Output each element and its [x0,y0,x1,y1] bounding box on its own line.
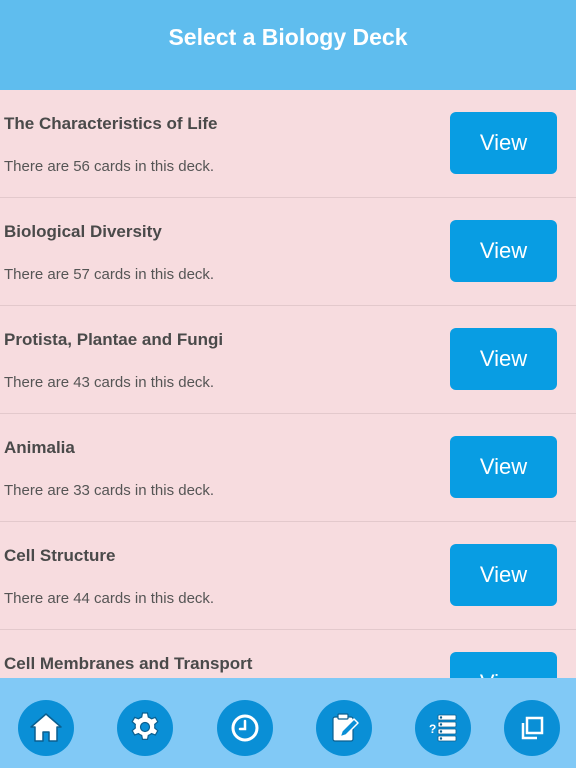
history-tab[interactable] [217,700,273,756]
deck-title: Cell Membranes and Transport [4,654,253,673]
deck-title: Animalia [4,438,75,457]
gear-icon [131,712,159,740]
copy-icon [521,716,544,740]
deck-row-biological-diversity: Biological Diversity There are 57 cards … [0,198,576,306]
view-button[interactable]: View [450,544,557,606]
deck-title: Cell Structure [4,546,116,565]
deck-row-cell-membranes-transport: Cell Membranes and Transport View [0,630,576,678]
deck-list[interactable]: The Characteristics of Life There are 56… [0,90,576,678]
clock-icon [231,714,259,742]
deck-card-count: There are 56 cards in this deck. [4,158,215,175]
quiz-tab[interactable]: ? [415,700,471,756]
svg-text:?: ? [429,722,436,736]
deck-card-count: There are 57 cards in this deck. [4,266,215,283]
deck-row-cell-structure: Cell Structure There are 44 cards in thi… [0,522,576,630]
view-button[interactable]: View [450,220,557,282]
deck-title: Biological Diversity [4,222,162,241]
view-button[interactable]: View [450,328,557,390]
notepad-pencil-icon [332,713,359,742]
notes-tab[interactable] [316,700,372,756]
cards-tab[interactable] [504,700,560,756]
home-tab[interactable] [18,700,74,756]
deck-row-animalia: Animalia There are 33 cards in this deck… [0,414,576,522]
page-title: Select a Biology Deck [168,23,408,50]
view-button[interactable]: View [450,112,557,174]
deck-row-protista-plantae-fungi: Protista, Plantae and Fungi There are 43… [0,306,576,414]
deck-title: Protista, Plantae and Fungi [4,330,224,349]
view-button[interactable]: View [450,436,557,498]
view-button[interactable]: View [450,652,557,678]
deck-card-count: There are 33 cards in this deck. [4,482,215,499]
deck-title: The Characteristics of Life [4,114,218,133]
deck-card-count: There are 43 cards in this deck. [4,374,215,391]
header-bar: Select a Biology Deck [0,0,576,90]
deck-row-characteristics-of-life: The Characteristics of Life There are 56… [0,90,576,198]
home-icon [30,713,62,742]
bottom-tab-bar: ? [0,678,576,768]
quiz-list-icon: ? [429,714,457,742]
deck-card-count: There are 44 cards in this deck. [4,590,215,607]
settings-tab[interactable] [117,700,173,756]
